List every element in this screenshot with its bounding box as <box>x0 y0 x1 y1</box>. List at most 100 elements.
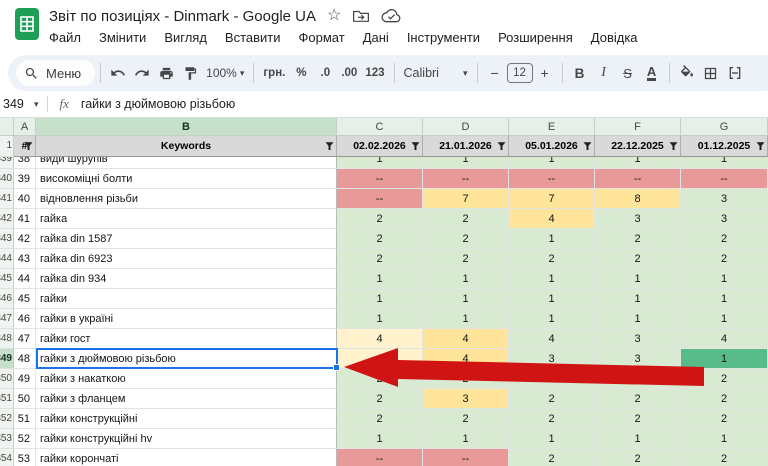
header-cell-G[interactable]: 01.12.2025 <box>681 136 768 157</box>
menu-5[interactable]: Формат <box>290 28 354 47</box>
cell-value[interactable]: 4 <box>337 349 423 369</box>
row-header-341[interactable]: 341 <box>0 189 14 209</box>
more-formats-button[interactable]: 123 <box>361 60 388 86</box>
row-header-345[interactable]: 345 <box>0 269 14 289</box>
cell-value[interactable]: 2 <box>509 449 595 466</box>
decrease-decimal-button[interactable]: .0 <box>313 60 337 86</box>
cell-value[interactable]: 2 <box>423 249 509 269</box>
header-cell-A[interactable]: # <box>14 136 36 157</box>
cell-value[interactable]: 2 <box>337 369 423 389</box>
menu-6[interactable]: Дані <box>354 28 398 47</box>
column-header-E[interactable]: E <box>509 118 595 136</box>
filter-icon[interactable] <box>583 142 592 151</box>
move-to-folder-icon[interactable] <box>352 8 370 24</box>
select-all-corner[interactable] <box>0 118 14 136</box>
strikethrough-button[interactable]: S <box>616 60 640 86</box>
cell-value[interactable]: 8 <box>595 189 681 209</box>
cell-value[interactable]: 4 <box>337 329 423 349</box>
row-header-348[interactable]: 348 <box>0 329 14 349</box>
document-title[interactable]: Звіт по позиціях - Dinmark - Google UA <box>49 8 316 25</box>
borders-button[interactable] <box>699 60 723 86</box>
cell-value[interactable]: 1 <box>509 157 595 169</box>
print-button[interactable] <box>154 60 178 86</box>
cell-value[interactable]: 2 <box>681 409 768 429</box>
filter-icon[interactable] <box>756 142 765 151</box>
cell-value[interactable]: 2 <box>337 229 423 249</box>
filter-icon[interactable] <box>497 142 506 151</box>
column-header-F[interactable]: F <box>595 118 681 136</box>
cell-number[interactable]: 43 <box>14 249 36 269</box>
bold-button[interactable]: B <box>568 60 592 86</box>
cell-value[interactable]: 2 <box>681 229 768 249</box>
cell-value[interactable]: 2 <box>681 249 768 269</box>
cell-value[interactable]: 1 <box>423 309 509 329</box>
cell-number[interactable]: 39 <box>14 169 36 189</box>
undo-button[interactable] <box>106 60 130 86</box>
cell-value[interactable]: 2 <box>681 449 768 466</box>
decrease-font-size-button[interactable]: − <box>483 60 507 86</box>
cell-keyword[interactable]: гайка din 934 <box>36 269 337 289</box>
cell-value[interactable]: -- <box>337 189 423 209</box>
cell-value[interactable]: 1 <box>509 269 595 289</box>
column-header-B[interactable]: B <box>36 118 337 136</box>
filter-icon[interactable] <box>411 142 420 151</box>
filter-icon[interactable] <box>325 142 334 151</box>
cell-value[interactable]: 2 <box>509 409 595 429</box>
cell-value[interactable]: 4 <box>509 329 595 349</box>
cell-value[interactable]: 2 <box>681 389 768 409</box>
header-cell-B[interactable]: Keywords <box>36 136 337 157</box>
cell-keyword[interactable]: гайки <box>36 289 337 309</box>
menus-search-button[interactable]: Меню <box>16 60 95 86</box>
fill-color-button[interactable] <box>675 60 699 86</box>
cell-value[interactable]: 2 <box>423 409 509 429</box>
cell-keyword[interactable]: гайки корончаті <box>36 449 337 466</box>
cell-keyword[interactable]: гайки гост <box>36 329 337 349</box>
header-cell-C[interactable]: 02.02.2026 <box>337 136 423 157</box>
font-select[interactable]: Calibri ▾ <box>400 60 472 86</box>
row-header-346[interactable]: 346 <box>0 289 14 309</box>
cell-value[interactable]: 1 <box>337 157 423 169</box>
cell-value[interactable]: 1 <box>681 269 768 289</box>
cell-value[interactable]: 4 <box>509 209 595 229</box>
cell-value[interactable]: 1 <box>423 157 509 169</box>
cell-keyword[interactable]: гайки в україні <box>36 309 337 329</box>
formula-input[interactable]: гайки з дюймовою різьбою <box>81 97 235 111</box>
cell-value[interactable]: 1 <box>595 309 681 329</box>
cell-value[interactable]: 2 <box>423 229 509 249</box>
cell-value[interactable]: 1 <box>509 429 595 449</box>
column-header-D[interactable]: D <box>423 118 509 136</box>
cell-value[interactable]: 2 <box>595 409 681 429</box>
menu-4[interactable]: Вставити <box>216 28 290 47</box>
cell-keyword[interactable]: гайка <box>36 209 337 229</box>
cell-value[interactable]: 7 <box>509 189 595 209</box>
menu-3[interactable]: Вигляд <box>155 28 216 47</box>
row-header-351[interactable]: 351 <box>0 389 14 409</box>
redo-button[interactable] <box>130 60 154 86</box>
cell-number[interactable]: 53 <box>14 449 36 466</box>
row-header-354[interactable]: 354 <box>0 449 14 466</box>
cell-number[interactable]: 49 <box>14 369 36 389</box>
filter-icon[interactable] <box>669 142 678 151</box>
cell-value[interactable]: -- <box>595 169 681 189</box>
cell-keyword[interactable]: гайка din 6923 <box>36 249 337 269</box>
cell-value[interactable]: 2 <box>337 209 423 229</box>
row-header-349[interactable]: 349 <box>0 349 14 369</box>
chevron-down-icon[interactable]: ▾ <box>34 99 39 110</box>
paint-format-button[interactable] <box>178 60 202 86</box>
cell-number[interactable]: 38 <box>14 157 36 169</box>
cell-value[interactable]: 2 <box>681 369 768 389</box>
cell-value[interactable]: 2 <box>509 249 595 269</box>
menu-9[interactable]: Довідка <box>582 28 647 47</box>
cell-value[interactable]: 1 <box>423 269 509 289</box>
row-header-353[interactable]: 353 <box>0 429 14 449</box>
cell-value[interactable]: 1 <box>337 309 423 329</box>
cell-value[interactable]: 3 <box>595 329 681 349</box>
percent-format-button[interactable]: % <box>289 60 313 86</box>
cell-number[interactable]: 45 <box>14 289 36 309</box>
font-size-input[interactable]: 12 <box>507 63 533 83</box>
cell-keyword[interactable]: високоміцні болти <box>36 169 337 189</box>
cell-number[interactable]: 50 <box>14 389 36 409</box>
cloud-saved-icon[interactable] <box>381 8 402 24</box>
row-header-340[interactable]: 340 <box>0 169 14 189</box>
header-cell-E[interactable]: 05.01.2026 <box>509 136 595 157</box>
